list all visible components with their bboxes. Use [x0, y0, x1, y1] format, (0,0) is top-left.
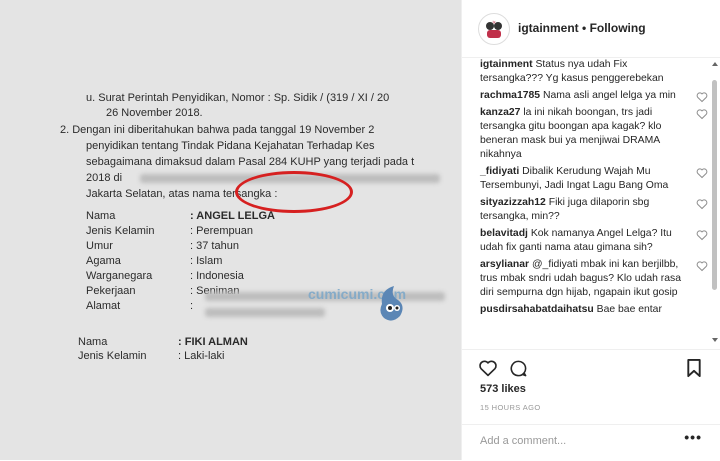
- field-value: : Indonesia: [190, 270, 244, 282]
- field-value: : Perempuan: [190, 225, 253, 237]
- field-value: : Islam: [190, 255, 223, 267]
- post-header: ig igtainment • Following: [462, 0, 720, 58]
- post-sidebar: ig igtainment • Following igtainment Sta…: [462, 0, 720, 460]
- doc-line: u. Surat Perintah Penyidikan, Nomor : Sp…: [86, 92, 390, 104]
- field-label: Nama: [86, 210, 116, 222]
- add-comment-input[interactable]: Add a comment...: [480, 435, 670, 447]
- comment-text: Nama asli angel lelga ya min: [542, 90, 676, 101]
- scroll-up-icon[interactable]: [712, 62, 718, 66]
- comment-item: belavitadj Kok namanya Angel Lelga? Itu …: [462, 227, 720, 255]
- bookmark-icon[interactable]: [686, 359, 702, 378]
- comment-item: kanza27 la ini nikah boongan, trs jadi t…: [462, 106, 720, 162]
- comment-item: arsylianar @_fidiyati mbak ini kan berji…: [462, 258, 720, 300]
- comment-like-icon[interactable]: [696, 260, 708, 272]
- scroll-thumb[interactable]: [712, 80, 717, 290]
- field-label: Umur: [86, 240, 113, 252]
- following-button[interactable]: Following: [590, 21, 646, 35]
- post-photo[interactable]: u. Surat Perintah Penyidikan, Nomor : Sp…: [0, 0, 461, 460]
- comments-list: igtainment Status nya udah Fix tersangka…: [462, 58, 720, 348]
- doc-line: 26 November 2018.: [106, 107, 203, 119]
- comment-item: pusdirsahabatdaihatsu Bae bae entar: [462, 303, 720, 317]
- doc-line: 2018 di: [86, 172, 123, 184]
- field-value: : 37 tahun: [190, 240, 239, 252]
- comment-username[interactable]: _fidiyati: [480, 166, 519, 177]
- comment-username[interactable]: belavitadj: [480, 228, 528, 239]
- field-label: Pekerjaan: [86, 285, 136, 297]
- field-value: : Laki-laki: [178, 350, 225, 362]
- comment-username[interactable]: arsylianar: [480, 259, 529, 270]
- scroll-down-icon[interactable]: [712, 338, 718, 342]
- comment-text: Bae bae entar: [596, 304, 662, 315]
- document-photo: u. Surat Perintah Penyidikan, Nomor : Sp…: [0, 0, 461, 460]
- comment-username[interactable]: kanza27: [480, 107, 520, 118]
- likes-count[interactable]: 573 likes: [480, 383, 526, 395]
- like-heart-icon[interactable]: [478, 359, 498, 377]
- add-comment-bar: Add a comment... •••: [462, 424, 720, 461]
- comments-scrollbar[interactable]: [712, 60, 718, 345]
- svg-text:ig: ig: [492, 19, 495, 24]
- comment-username[interactable]: igtainment: [480, 59, 533, 70]
- doc-line: sebagaimana dimaksud dalam Pasal 284 KUH…: [86, 156, 415, 168]
- field-value: :: [190, 300, 194, 312]
- doc-line: penyidikan tentang Tindak Pidana Kejahat…: [86, 140, 375, 152]
- comment-item: igtainment Status nya udah Fix tersangka…: [462, 58, 720, 86]
- comment-username[interactable]: rachma1785: [480, 90, 540, 101]
- field-label: Alamat: [86, 300, 121, 312]
- avatar[interactable]: ig: [478, 13, 510, 45]
- comment-like-icon[interactable]: [696, 167, 708, 179]
- comment-like-icon[interactable]: [696, 108, 708, 120]
- comment-icon[interactable]: [509, 359, 528, 378]
- comment-like-icon[interactable]: [696, 198, 708, 210]
- avatar-icon: ig: [480, 15, 508, 43]
- comment-item: rachma1785 Nama asli angel lelga ya min: [462, 89, 720, 103]
- comment-like-icon[interactable]: [696, 229, 708, 241]
- field-label: Jenis Kelamin: [86, 225, 155, 237]
- post-timestamp[interactable]: 15 HOURS AGO: [480, 403, 541, 412]
- field-value: : FIKI ALMAN: [178, 336, 248, 348]
- comment-username[interactable]: sityazizzah12: [480, 197, 546, 208]
- comment-item: sityazizzah12 Fiki juga dilaporin sbg te…: [462, 196, 720, 224]
- field-label: Jenis Kelamin: [78, 350, 147, 362]
- redacted-block: [205, 308, 325, 317]
- field-label: Agama: [86, 255, 121, 267]
- comment-username[interactable]: pusdirsahabatdaihatsu: [480, 304, 594, 315]
- comment-like-icon[interactable]: [696, 91, 708, 103]
- header-line: igtainment • Following: [518, 21, 646, 35]
- username[interactable]: igtainment: [518, 21, 579, 35]
- mascot-logo: [380, 286, 403, 321]
- more-options-icon[interactable]: •••: [684, 429, 702, 445]
- instagram-post: u. Surat Perintah Penyidikan, Nomor : Sp…: [0, 0, 720, 460]
- separator: •: [582, 21, 587, 35]
- red-circle-annotation: [235, 171, 353, 213]
- comment-item: _fidiyati Dibalik Kerudung Wajah Mu Ters…: [462, 165, 720, 193]
- field-label: Nama: [78, 336, 108, 348]
- doc-line: 2. Dengan ini diberitahukan bahwa pada t…: [60, 124, 375, 136]
- field-value: : ANGEL LELGA: [190, 210, 275, 222]
- field-label: Warganegara: [86, 270, 153, 282]
